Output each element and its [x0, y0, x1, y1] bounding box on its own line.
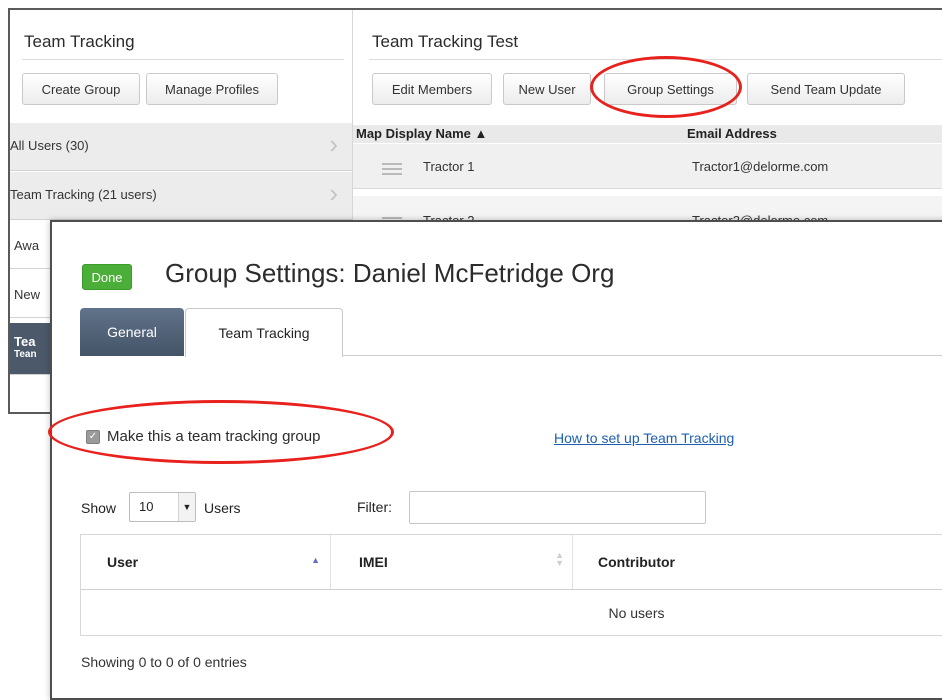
- filter-input[interactable]: [409, 491, 706, 524]
- edit-members-button[interactable]: Edit Members: [372, 73, 492, 105]
- column-label: Contributor: [598, 554, 675, 570]
- new-user-button[interactable]: New User: [503, 73, 591, 105]
- title-divider: [22, 59, 344, 60]
- filter-label: Filter:: [357, 499, 392, 515]
- page-size-select[interactable]: 10 ▼: [129, 492, 196, 522]
- sort-asc-icon: ▲: [311, 555, 320, 565]
- empty-table-message: No users: [608, 605, 665, 621]
- sidebar-item-team-tracking[interactable]: Team Tracking (21 users) ›: [10, 172, 352, 220]
- users-label: Users: [204, 500, 241, 516]
- table-row[interactable]: Tractor 1 Tractor1@delorme.com: [353, 144, 942, 189]
- chevron-right-icon: ›: [329, 178, 338, 208]
- show-label: Show: [81, 500, 117, 516]
- column-header-user[interactable]: User ▲: [81, 535, 331, 589]
- members-table-header: Map Display Name ▲ Email Address: [353, 125, 942, 143]
- sidebar-item-sublabel: Tean: [14, 349, 37, 360]
- column-label: User: [107, 554, 139, 570]
- member-email: Tractor1@delorme.com: [692, 159, 829, 174]
- sidebar-item-label: Tea: [14, 334, 36, 349]
- how-to-setup-link[interactable]: How to set up Team Tracking: [554, 430, 734, 446]
- create-group-button[interactable]: Create Group: [22, 73, 140, 105]
- column-header-email[interactable]: Email Address: [687, 126, 777, 141]
- annotation-ellipse-group-settings: [590, 56, 742, 118]
- tab-divider: [342, 355, 942, 356]
- column-header-map-display-name[interactable]: Map Display Name ▲: [356, 126, 487, 141]
- sort-both-icon: ▲ ▼: [555, 550, 564, 568]
- chevron-right-icon: ›: [329, 129, 338, 159]
- right-panel-title: Team Tracking Test: [372, 32, 519, 51]
- drag-handle-icon[interactable]: [382, 163, 402, 178]
- column-header-contributor[interactable]: Contributor: [573, 535, 942, 589]
- annotation-ellipse-checkbox: [48, 400, 394, 464]
- pagination-info: Showing 0 to 0 of 0 entries: [81, 654, 247, 670]
- member-name: Tractor 1: [423, 159, 475, 174]
- sidebar-item-all-users[interactable]: All Users (30) ›: [10, 123, 352, 171]
- done-button[interactable]: Done: [82, 264, 132, 290]
- users-table-header: User ▲ IMEI ▲ ▼ Contributor: [81, 535, 942, 590]
- dropdown-caret-icon: ▼: [178, 493, 195, 521]
- send-team-update-button[interactable]: Send Team Update: [747, 73, 905, 105]
- left-panel-title: Team Tracking: [24, 32, 135, 51]
- page-size-value: 10: [139, 499, 154, 514]
- manage-profiles-button[interactable]: Manage Profiles: [146, 73, 278, 105]
- sidebar-item-label: New: [14, 287, 41, 302]
- tab-team-tracking[interactable]: Team Tracking: [185, 308, 343, 357]
- sidebar-item-label: All Users (30): [10, 138, 89, 153]
- column-header-imei[interactable]: IMEI ▲ ▼: [331, 535, 573, 589]
- users-table: User ▲ IMEI ▲ ▼ Contributor No users: [80, 534, 942, 636]
- dialog-title: Group Settings: Daniel McFetridge Org: [165, 258, 615, 288]
- sidebar-item-label: Team Tracking (21 users): [10, 187, 157, 202]
- column-label: IMEI: [359, 554, 388, 570]
- tab-general[interactable]: General: [80, 308, 184, 356]
- sidebar-item-label: Awa: [14, 238, 40, 253]
